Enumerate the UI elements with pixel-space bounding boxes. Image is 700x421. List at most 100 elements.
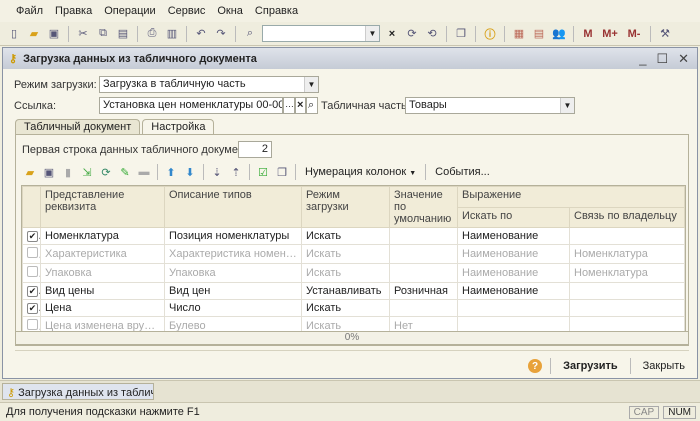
- table-row[interactable]: ✔ Цена Число Искать: [22, 299, 686, 317]
- cell-types[interactable]: Число: [164, 299, 302, 317]
- windows-icon[interactable]: ❐: [453, 26, 469, 42]
- table-row[interactable]: Упаковка Упаковка Искать Наименование Номенк…: [22, 263, 686, 283]
- preview-icon[interactable]: ▥: [164, 26, 180, 42]
- open-ref-icon[interactable]: ⌕: [306, 97, 318, 114]
- cell-attr[interactable]: Вид цены: [40, 282, 165, 300]
- undo-icon[interactable]: ↶: [193, 26, 209, 42]
- taskbar-item[interactable]: ⚷ Загрузка данных из таблич...: [2, 383, 154, 400]
- cell-types[interactable]: Позиция номенклатуры: [164, 227, 302, 245]
- row-checkbox-cell[interactable]: ✔: [22, 227, 41, 245]
- sort-asc-icon[interactable]: ⇣: [209, 164, 225, 180]
- cell-attr[interactable]: Упаковка: [40, 263, 165, 283]
- cell-search-by[interactable]: Наименование: [457, 263, 570, 283]
- import-icon[interactable]: ⇲: [79, 164, 95, 180]
- first-row-input[interactable]: 2: [238, 141, 272, 158]
- cell-owner[interactable]: Номенклатура: [568, 244, 686, 264]
- paste-icon[interactable]: ▤: [115, 26, 131, 42]
- cell-search-by[interactable]: [457, 299, 570, 317]
- minimize-icon[interactable]: _: [639, 51, 646, 67]
- cell-owner[interactable]: [568, 282, 686, 300]
- cell-search-by[interactable]: Наименование: [457, 227, 570, 245]
- tab-spreadsheet[interactable]: Табличный документ: [15, 119, 141, 135]
- cell-default[interactable]: [389, 299, 458, 317]
- new-document-icon[interactable]: ▯: [6, 26, 22, 42]
- header-mode[interactable]: Режим загрузки: [301, 186, 390, 228]
- cell-attr[interactable]: Цена: [40, 299, 165, 317]
- row-checkbox[interactable]: ✔: [27, 231, 38, 242]
- header-owner[interactable]: Связь по владельцу: [568, 206, 686, 228]
- cell-attr[interactable]: Характеристика: [40, 244, 165, 264]
- settings-icon[interactable]: ⚒: [657, 26, 673, 42]
- memory-plus-button[interactable]: M+: [600, 26, 620, 42]
- table-row[interactable]: ✔ Номенклатура Позиция номенклатуры Искать Н…: [22, 227, 686, 245]
- open-icon[interactable]: ▰: [22, 164, 38, 180]
- cell-owner[interactable]: [568, 227, 686, 245]
- clear-ref-icon[interactable]: ×: [295, 97, 306, 114]
- menu-operations[interactable]: Операции: [104, 5, 155, 17]
- sort-desc-icon[interactable]: ⇡: [228, 164, 244, 180]
- header-default[interactable]: Значение по умолчанию: [389, 186, 458, 228]
- help-icon[interactable]: ?: [528, 359, 543, 373]
- menu-file[interactable]: Файл: [16, 5, 43, 17]
- tabular-select[interactable]: Товары ▼: [405, 97, 575, 114]
- header-search-by[interactable]: Искать по: [457, 206, 570, 228]
- cell-attr[interactable]: Номенклатура: [40, 227, 165, 245]
- uncheck-all-icon[interactable]: ❐: [274, 164, 290, 180]
- row-checkbox[interactable]: ✔: [27, 303, 38, 314]
- cell-default[interactable]: [389, 227, 458, 245]
- header-attr[interactable]: Представление реквизита: [40, 186, 165, 228]
- cell-default[interactable]: Розничная: [389, 282, 458, 300]
- header-types[interactable]: Описание типов: [164, 186, 302, 228]
- cell-types[interactable]: Вид цен: [164, 282, 302, 300]
- find-icon[interactable]: ⌕: [242, 26, 258, 42]
- row-checkbox-cell[interactable]: [22, 263, 41, 283]
- load-button[interactable]: Загрузить: [559, 358, 622, 374]
- chevron-down-icon[interactable]: ▼: [365, 26, 379, 41]
- calculator-icon[interactable]: ▦: [511, 26, 527, 42]
- check-all-icon[interactable]: ☑: [255, 164, 271, 180]
- mode-select[interactable]: Загрузка в табличную часть ▼: [99, 76, 319, 93]
- select-button[interactable]: …: [283, 97, 295, 114]
- users-icon[interactable]: 👥: [551, 26, 567, 42]
- calendar-icon[interactable]: ▤: [531, 26, 547, 42]
- cell-search-by[interactable]: Наименование: [457, 282, 570, 300]
- column-numbering-button[interactable]: Нумерация колонок ▼: [301, 164, 420, 180]
- cell-search-by[interactable]: Наименование: [457, 244, 570, 264]
- events-button[interactable]: События...: [431, 164, 494, 180]
- cut-icon[interactable]: ✂: [75, 26, 91, 42]
- menu-service[interactable]: Сервис: [168, 5, 206, 17]
- row-checkbox[interactable]: ✔: [27, 286, 38, 297]
- cell-types[interactable]: Характеристика номенклатуры: [164, 244, 302, 264]
- save-icon[interactable]: ▣: [41, 164, 57, 180]
- cell-mode[interactable]: Устанавливать: [301, 282, 390, 300]
- row-checkbox[interactable]: [27, 247, 38, 258]
- print-icon[interactable]: ⎙: [144, 26, 160, 42]
- copy-icon[interactable]: ⧉: [95, 26, 111, 42]
- edit-icon[interactable]: ✎: [117, 164, 133, 180]
- menu-edit[interactable]: Правка: [55, 5, 92, 17]
- chevron-down-icon[interactable]: ▼: [560, 98, 574, 113]
- search-prev-icon[interactable]: ⟲: [424, 26, 440, 42]
- row-checkbox-cell[interactable]: ✔: [22, 282, 41, 300]
- row-checkbox[interactable]: [27, 319, 38, 330]
- delete-icon[interactable]: ▬: [136, 164, 152, 180]
- move-up-icon[interactable]: ⬆: [163, 164, 179, 180]
- add-row-icon[interactable]: ▮: [60, 164, 76, 180]
- cell-types[interactable]: Упаковка: [164, 263, 302, 283]
- cell-mode[interactable]: Искать: [301, 227, 390, 245]
- row-checkbox-cell[interactable]: ✔: [22, 299, 41, 317]
- cell-owner[interactable]: Номенклатура: [568, 263, 686, 283]
- search-input[interactable]: ▼: [262, 25, 380, 42]
- cell-default[interactable]: [389, 244, 458, 264]
- close-button[interactable]: Закрыть: [639, 358, 689, 374]
- table-row[interactable]: ✔ Вид цены Вид цен Устанавливать Розничная На…: [22, 282, 686, 300]
- menu-windows[interactable]: Окна: [217, 5, 243, 17]
- maximize-icon[interactable]: ☐: [656, 51, 668, 67]
- open-icon[interactable]: ▰: [26, 26, 42, 42]
- search-next-icon[interactable]: ⟳: [404, 26, 420, 42]
- clear-icon[interactable]: ×: [384, 26, 400, 42]
- memory-minus-button[interactable]: M-: [624, 26, 644, 42]
- cell-mode[interactable]: Искать: [301, 263, 390, 283]
- close-icon[interactable]: ✕: [678, 51, 689, 67]
- cell-mode[interactable]: Искать: [301, 244, 390, 264]
